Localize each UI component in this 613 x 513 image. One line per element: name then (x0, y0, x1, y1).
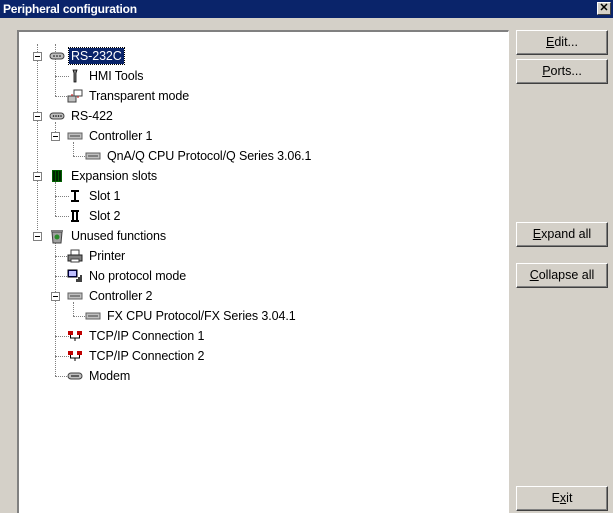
tree-item-label: QnA/Q CPU Protocol/Q Series 3.06.1 (107, 149, 312, 163)
close-icon: ✕ (599, 2, 609, 14)
expand-all-button-accel: E (532, 227, 542, 241)
title-bar: Peripheral configuration ✕ (0, 0, 613, 18)
expand-all-button[interactable]: Expand all (516, 222, 608, 247)
tree-item-label: TCP/IP Connection 2 (89, 349, 205, 363)
collapse-all-button-label: ollapse all (538, 268, 595, 282)
collapse-toggle-rs422[interactable] (33, 112, 42, 121)
serial-port-icon (49, 112, 65, 120)
tree-item-label: Printer (89, 249, 126, 263)
unused-functions-icon (51, 230, 63, 244)
tree-item-label: RS-232C (68, 47, 125, 65)
expansion-slots-icon (52, 170, 62, 182)
tree-item-label: Slot 1 (89, 189, 121, 203)
tree-item-label: Transparent mode (89, 89, 190, 103)
exit-button-prefix: E (551, 491, 560, 505)
collapse-toggle-expansion-slots[interactable] (33, 172, 42, 181)
serial-port-icon (49, 52, 65, 60)
tree-connector-line (55, 182, 56, 216)
slot-icon (71, 210, 79, 222)
collapse-toggle-unused-functions[interactable] (33, 232, 42, 241)
collapse-toggle-controller-2[interactable] (51, 292, 60, 301)
tree-item-label: Unused functions (71, 229, 166, 243)
network-icon (68, 331, 82, 341)
tool-icon (72, 69, 78, 83)
printer-icon (67, 249, 83, 263)
tree-item-label: Controller 2 (89, 289, 153, 303)
protocol-icon (85, 152, 101, 160)
tree-item-label: FX CPU Protocol/FX Series 3.04.1 (107, 309, 296, 323)
collapse-all-button[interactable]: Collapse all (516, 263, 608, 288)
peripheral-tree[interactable]: RS-232C HMI Tools Transparent mode RS-42… (17, 30, 509, 513)
exit-button[interactable]: Exit (516, 486, 608, 511)
collapse-toggle-rs232c[interactable] (33, 52, 42, 61)
edit-button-label: dit... (554, 35, 578, 49)
collapse-toggle-controller-1[interactable] (51, 132, 60, 141)
window-title: Peripheral configuration (3, 2, 137, 16)
tree-item-label: Expansion slots (71, 169, 158, 183)
tree-item-label: Slot 2 (89, 209, 121, 223)
edit-button[interactable]: Edit... (516, 30, 608, 55)
network-icon (68, 351, 82, 361)
collapse-all-button-accel: C (529, 268, 539, 282)
peripheral-configuration-window: Peripheral configuration ✕ RS-232C HMI T… (0, 0, 613, 513)
ports-button[interactable]: Ports... (516, 59, 608, 84)
controller-icon (67, 132, 83, 140)
protocol-icon (85, 312, 101, 320)
close-button[interactable]: ✕ (597, 2, 611, 15)
transparent-mode-icon (67, 89, 83, 103)
no-protocol-icon (67, 269, 82, 282)
tree-item-label: RS-422 (71, 109, 113, 123)
slot-icon (71, 190, 79, 202)
tree-connector-line (37, 44, 38, 230)
tree-item-label: TCP/IP Connection 1 (89, 329, 205, 343)
tree-item-label: Modem (89, 369, 131, 383)
tree-item-label: Controller 1 (89, 129, 153, 143)
controller-icon (67, 292, 83, 300)
tree-item-label: No protocol mode (89, 269, 187, 283)
tree-connector-line (73, 302, 74, 316)
modem-icon (67, 372, 83, 380)
ports-button-label: orts... (550, 64, 582, 78)
tree-item-label: HMI Tools (89, 69, 144, 83)
ports-button-accel: P (542, 64, 551, 78)
tree-connector-line (73, 142, 74, 156)
expand-all-button-label: xpand all (541, 227, 592, 241)
exit-button-label: it (566, 491, 573, 505)
